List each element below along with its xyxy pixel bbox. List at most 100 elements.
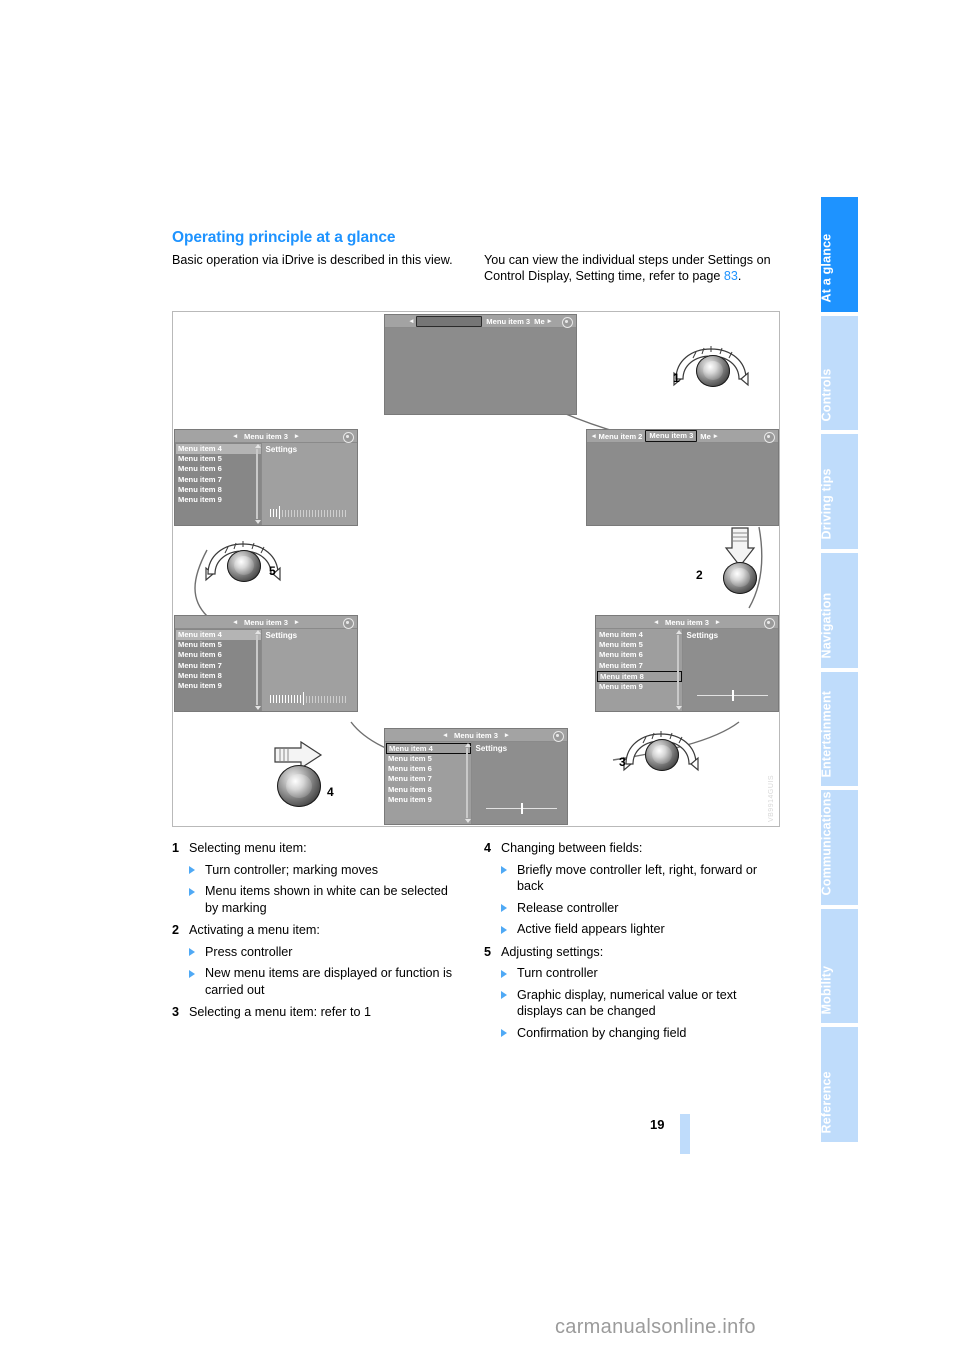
menu-list-item[interactable]: Menu item 5 — [176, 640, 261, 650]
scrollbar[interactable] — [675, 630, 682, 710]
sidebar-tab-label: At a glance — [819, 233, 834, 303]
header-trailing-label: Me — [700, 431, 711, 441]
bargraph-setting-control[interactable] — [269, 692, 351, 705]
bullet-triangle-icon — [501, 866, 507, 874]
bargraph-tick — [293, 695, 296, 703]
bargraph-setting-control[interactable] — [269, 506, 351, 519]
menu-list-item[interactable]: Menu item 7 — [597, 661, 682, 671]
sidebar-tab-label: Driving tips — [819, 468, 834, 540]
menu-list-item[interactable]: Menu item 8 — [176, 485, 261, 495]
screen-top-center: ◂ Menu item 3 Me ▸ — [384, 314, 577, 415]
scrollbar[interactable] — [464, 743, 471, 823]
screen-body: Menu item 4 Menu item 5 Menu item 6 Menu it… — [175, 443, 357, 525]
step-bullet: Graphic display, numerical value or text… — [484, 987, 784, 1020]
sidebar-tab-communications[interactable]: Communications — [820, 790, 858, 905]
menu-list-item[interactable]: Menu item 9 — [176, 681, 261, 691]
step-bullet: Confirmation by changing field — [484, 1025, 784, 1042]
bargraph-tick — [275, 509, 278, 517]
slider-setting-control[interactable] — [696, 690, 768, 701]
menu-list-item[interactable]: Menu item 6 — [386, 764, 471, 774]
menu-list[interactable]: Menu item 4 Menu item 5 Menu item 6 Menu it… — [596, 629, 682, 711]
step-bullet-text: Turn controller — [517, 966, 598, 980]
bullet-triangle-icon — [189, 969, 195, 978]
menu-list-item[interactable]: Menu item 9 — [176, 495, 261, 505]
bullet-triangle-icon — [501, 925, 507, 934]
bullet-triangle-icon — [501, 969, 507, 978]
menu-list[interactable]: Menu item 4 Menu item 5 Menu item 6 Menu it… — [385, 742, 471, 824]
sidebar-tab-entertainment[interactable]: Entertainment — [820, 671, 858, 787]
screen-bottom-center: ◂ Menu item 3 ▸ Menu item 4 Menu item 5 Menu … — [384, 728, 568, 825]
bargraph-tick — [311, 696, 314, 703]
callout-number: 1 — [673, 371, 680, 385]
header-right-arrow-icon: ▸ — [294, 619, 299, 626]
menu-list-item[interactable]: Menu item 5 — [597, 640, 682, 650]
scrollbar-thumb[interactable] — [465, 748, 468, 818]
step-bullet: Briefly move controller left, right, for… — [484, 862, 784, 895]
sidebar-tab-driving-tips[interactable]: Driving tips — [819, 434, 858, 549]
callout-number: 5 — [269, 564, 276, 578]
step-bullet: Turn controller — [484, 965, 784, 982]
menu-list-item[interactable]: Menu item 6 — [176, 464, 261, 474]
scrollbar-thumb[interactable] — [255, 449, 258, 519]
menu-list-item[interactable]: Menu item 4 — [597, 630, 682, 640]
menu-list-item[interactable]: Menu item 4 — [176, 444, 261, 455]
gear-icon — [764, 432, 775, 443]
knob-hub — [703, 361, 723, 380]
scrollbar-thumb[interactable] — [676, 635, 679, 705]
bargraph-tick — [281, 695, 284, 703]
scrollbar[interactable] — [254, 630, 261, 710]
intro-left-column: Basic operation via iDrive is described … — [172, 253, 453, 267]
header-left-arrow-icon: ◂ — [443, 732, 448, 739]
screen-body: Menu item 4 Menu item 5 Menu item 6 Menu it… — [596, 629, 778, 711]
bargraph-tick — [290, 695, 293, 703]
scrollbar[interactable] — [254, 444, 261, 524]
controller-knob — [272, 760, 326, 814]
sidebar-tab-reference[interactable]: Reference — [819, 1027, 858, 1142]
menu-list-item[interactable]: Menu item 7 — [386, 774, 471, 784]
menu-list-item[interactable]: Menu item 8 — [176, 671, 261, 681]
menu-list[interactable]: Menu item 4 Menu item 5 Menu item 6 Menu it… — [175, 629, 261, 711]
menu-list-item[interactable]: Menu item 4 — [176, 630, 261, 641]
slider-knob[interactable] — [732, 690, 734, 701]
menu-list-item[interactable]: Menu item 8 — [386, 785, 471, 795]
step-number: 3 — [172, 1005, 180, 1019]
slider-setting-control[interactable] — [485, 803, 557, 814]
gear-icon — [562, 317, 573, 328]
menu-list-item[interactable]: Menu item 6 — [176, 650, 261, 660]
menu-list-item[interactable]: Menu item 6 — [597, 650, 682, 660]
step-title: Selecting menu item: — [189, 841, 307, 855]
bargraph-tick — [320, 696, 323, 703]
step-title: Selecting a menu item: refer to 1 — [189, 1005, 372, 1019]
bargraph-tick — [344, 510, 347, 517]
header-title: Menu item 3 — [486, 316, 531, 326]
bargraph-tick — [329, 510, 332, 517]
sidebar-tab-at-a-glance[interactable]: At a glance — [819, 197, 858, 312]
header-left-arrow-icon: ◂ — [233, 433, 238, 440]
step-item: 2 Activating a menu item: — [172, 922, 464, 939]
slider-knob[interactable] — [521, 803, 523, 814]
page-number-marker — [680, 1114, 690, 1154]
gear-icon — [343, 618, 354, 629]
sidebar-tab-mobility[interactable]: Mobility — [820, 908, 858, 1024]
sidebar-tab-label: Reference — [819, 1070, 834, 1133]
menu-list-item[interactable]: Menu item 9 — [386, 795, 471, 805]
menu-list-item[interactable]: Menu item 5 — [176, 454, 261, 464]
menu-list-item[interactable]: Menu item 7 — [176, 475, 261, 485]
bargraph-tick — [296, 510, 299, 517]
menu-list-item[interactable]: Menu item 5 — [386, 754, 471, 764]
header-left-arrow-icon: ◂ — [409, 318, 414, 325]
sidebar-tab-label: Controls — [819, 368, 834, 422]
menu-list-item[interactable]: Menu item 9 — [597, 682, 682, 692]
sidebar-tab-navigation[interactable]: Navigation — [820, 552, 858, 668]
scrollbar-thumb[interactable] — [255, 635, 258, 705]
sidebar-tab-controls[interactable]: Controls — [819, 315, 858, 431]
menu-list-item[interactable]: Menu item 8 — [597, 670, 682, 682]
menu-list-item[interactable]: Menu item 4 — [386, 743, 471, 754]
bargraph-tick — [299, 510, 302, 517]
page-reference-link[interactable]: 83 — [724, 269, 738, 283]
menu-list-item[interactable]: Menu item 7 — [176, 661, 261, 671]
menu-list[interactable]: Menu item 4 Menu item 5 Menu item 6 Menu it… — [175, 443, 261, 525]
step-item: 3 Selecting a menu item: refer to 1 — [172, 1004, 464, 1021]
screen-body: Menu item 4 Menu item 5 Menu item 6 Menu it… — [385, 742, 567, 824]
step-bullet: Release controller — [484, 900, 784, 917]
